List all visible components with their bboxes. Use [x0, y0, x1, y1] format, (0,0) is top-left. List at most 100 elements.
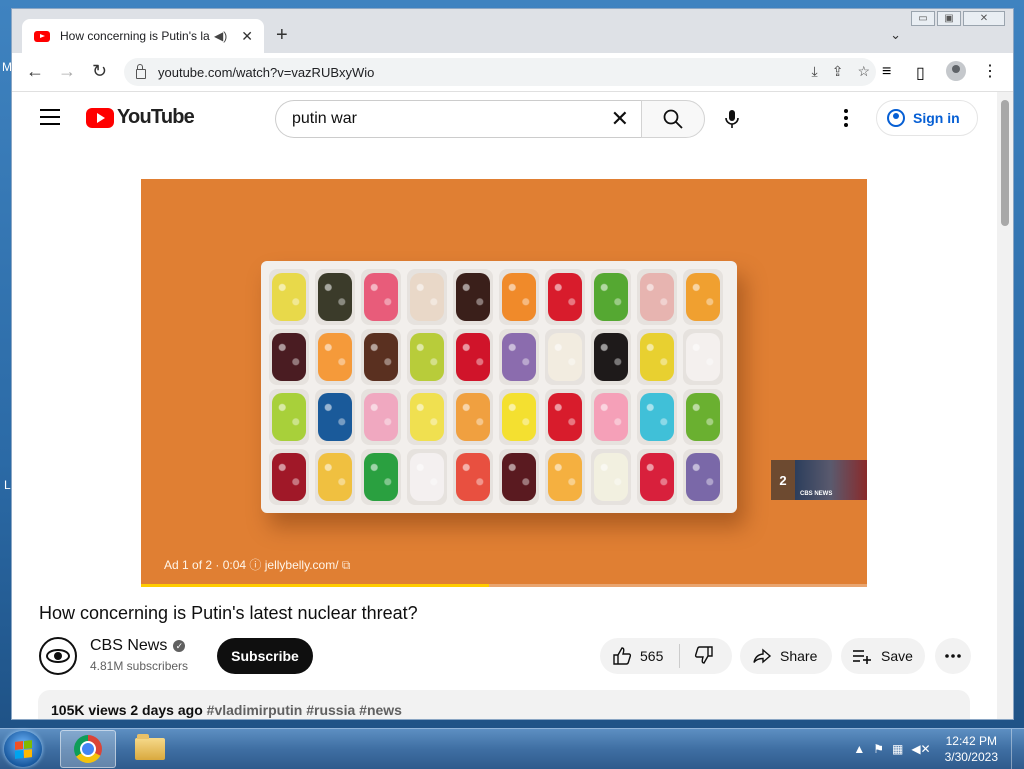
description-meta: 105K views 2 days ago #vladimirputin #ru… — [51, 702, 402, 718]
jellybean-cluster — [364, 393, 398, 441]
search-query[interactable]: putin war — [292, 110, 611, 128]
forward-arrow-icon[interactable]: → — [58, 62, 76, 80]
like-button[interactable]: 565 — [600, 644, 680, 668]
jellybean-cluster — [410, 393, 444, 441]
jellybean-compartment — [591, 329, 631, 385]
jellybean-cluster — [548, 393, 582, 441]
jellybean-compartment — [499, 389, 539, 445]
taskbar-explorer[interactable] — [122, 730, 178, 768]
profile-avatar[interactable] — [946, 61, 966, 81]
show-hidden-icons-icon[interactable]: ▲ — [853, 742, 865, 756]
jellybean-compartment — [591, 389, 631, 445]
start-button[interactable] — [4, 731, 42, 767]
jellybean-cluster — [686, 453, 720, 501]
jellybean-compartment — [361, 329, 401, 385]
tab-close-icon[interactable]: ✕ — [241, 28, 253, 45]
page-scrollbar[interactable] — [997, 92, 1013, 719]
save-button[interactable]: Save — [841, 638, 925, 674]
jellybean-cluster — [686, 273, 720, 321]
jellybean-cluster — [318, 453, 352, 501]
back-arrow-icon[interactable]: ← — [26, 62, 44, 80]
ad-domain-link[interactable]: jellybelly.com/ — [265, 558, 339, 572]
channel-avatar[interactable] — [39, 637, 77, 675]
jellybean-compartment — [269, 449, 309, 505]
settings-kebab-icon[interactable] — [844, 109, 848, 130]
jellybean-grid — [269, 269, 723, 505]
url-text[interactable]: youtube.com/watch?v=vazRUBxyWio — [158, 65, 374, 80]
hamburger-menu-icon[interactable] — [40, 109, 60, 130]
jellybean-compartment — [591, 269, 631, 325]
verified-check-icon: ✓ — [173, 640, 186, 652]
jellybean-compartment — [269, 269, 309, 325]
save-label: Save — [881, 648, 913, 664]
youtube-favicon-icon — [34, 30, 50, 42]
jellybean-tray — [261, 261, 737, 513]
jellybean-cluster — [502, 393, 536, 441]
tab-youtube[interactable]: How concerning is Putin's latest nuclear… — [22, 19, 264, 53]
ad-progress-bar[interactable] — [141, 584, 867, 587]
speaker-icon[interactable]: ◀) — [214, 29, 227, 43]
jellybean-compartment — [407, 329, 447, 385]
tab-title: How concerning is Putin's latest nuclear… — [60, 29, 210, 43]
volume-muted-icon[interactable]: ◀✕ — [911, 742, 930, 756]
jellybean-cluster — [548, 453, 582, 501]
share-page-icon[interactable]: ⇪ — [832, 63, 844, 80]
description-box[interactable]: 105K views 2 days ago #vladimirputin #ru… — [38, 690, 970, 719]
dislike-button[interactable] — [680, 645, 714, 668]
tab-search-chevron-icon[interactable]: ⌄ — [890, 27, 901, 43]
lock-icon[interactable] — [136, 64, 146, 79]
jellybean-compartment — [637, 329, 677, 385]
jellybean-compartment — [545, 449, 585, 505]
chrome-menu-icon[interactable]: ⋮ — [982, 61, 998, 81]
channel-name[interactable]: CBS News — [90, 637, 167, 655]
video-player[interactable]: Ad 1 of 2 · 0:04 ⓘ jellybelly.com/ ⧉ 2 C… — [141, 179, 867, 587]
clear-search-icon[interactable]: ✕ — [611, 108, 629, 130]
youtube-logo-text: YouTube — [117, 106, 195, 128]
jellybean-compartment — [269, 389, 309, 445]
new-tab-button[interactable]: + — [276, 25, 288, 45]
install-icon[interactable]: ⤓ — [812, 63, 818, 80]
address-bar[interactable]: youtube.com/watch?v=vazRUBxyWio ⤓ ⇪ ☆ — [124, 58, 876, 86]
jellybean-cluster — [456, 393, 490, 441]
subscriber-count: 4.81M subscribers — [90, 659, 189, 673]
bookmark-star-icon[interactable]: ☆ — [857, 63, 870, 80]
external-link-icon[interactable]: ⧉ — [342, 558, 351, 572]
jellybean-compartment — [453, 449, 493, 505]
sign-in-button[interactable]: Sign in — [876, 100, 978, 136]
info-icon[interactable]: ⓘ — [249, 558, 264, 572]
clock[interactable]: 12:42 PM 3/30/2023 — [945, 733, 998, 765]
search-button[interactable] — [641, 100, 705, 138]
share-button[interactable]: Share — [740, 638, 832, 674]
more-actions-icon[interactable] — [935, 638, 971, 674]
jellybean-cluster — [318, 273, 352, 321]
jellybean-compartment — [683, 269, 723, 325]
side-panel-icon[interactable]: ▯ — [916, 63, 925, 83]
scrollbar-thumb[interactable] — [1001, 100, 1009, 226]
microphone-icon[interactable] — [724, 109, 740, 134]
youtube-play-icon — [86, 107, 114, 128]
search-input[interactable]: putin war ✕ — [275, 100, 641, 138]
channel-name-row[interactable]: CBS News ✓ — [90, 637, 186, 655]
reload-icon[interactable]: ↻ — [92, 62, 107, 80]
search-icon — [663, 109, 683, 129]
hashtags[interactable]: #vladimirputin #russia #news — [207, 702, 402, 718]
jellybean-compartment — [361, 389, 401, 445]
thumbs-down-icon — [694, 645, 713, 664]
jellybean-compartment — [407, 389, 447, 445]
youtube-logo[interactable]: YouTube — [86, 106, 195, 129]
jellybean-cluster — [364, 453, 398, 501]
media-control-icon[interactable]: ≡ — [882, 63, 891, 81]
network-icon[interactable]: ▦ — [892, 742, 903, 756]
taskbar-chrome[interactable] — [60, 730, 116, 768]
browser-toolbar: ← → ↻ youtube.com/watch?v=vazRUBxyWio ⤓ … — [12, 53, 1013, 92]
show-desktop-button[interactable] — [1011, 729, 1024, 769]
jellybean-compartment — [361, 269, 401, 325]
jellybean-compartment — [591, 449, 631, 505]
action-center-flag-icon[interactable]: ⚑ — [873, 742, 884, 756]
jellybean-compartment — [453, 329, 493, 385]
subscribe-button[interactable]: Subscribe — [217, 638, 313, 674]
next-ad-preview[interactable]: 2 CBS NEWS — [771, 460, 867, 500]
jellybean-cluster — [502, 273, 536, 321]
jellybean-cluster — [640, 333, 674, 381]
jellybean-compartment — [637, 389, 677, 445]
